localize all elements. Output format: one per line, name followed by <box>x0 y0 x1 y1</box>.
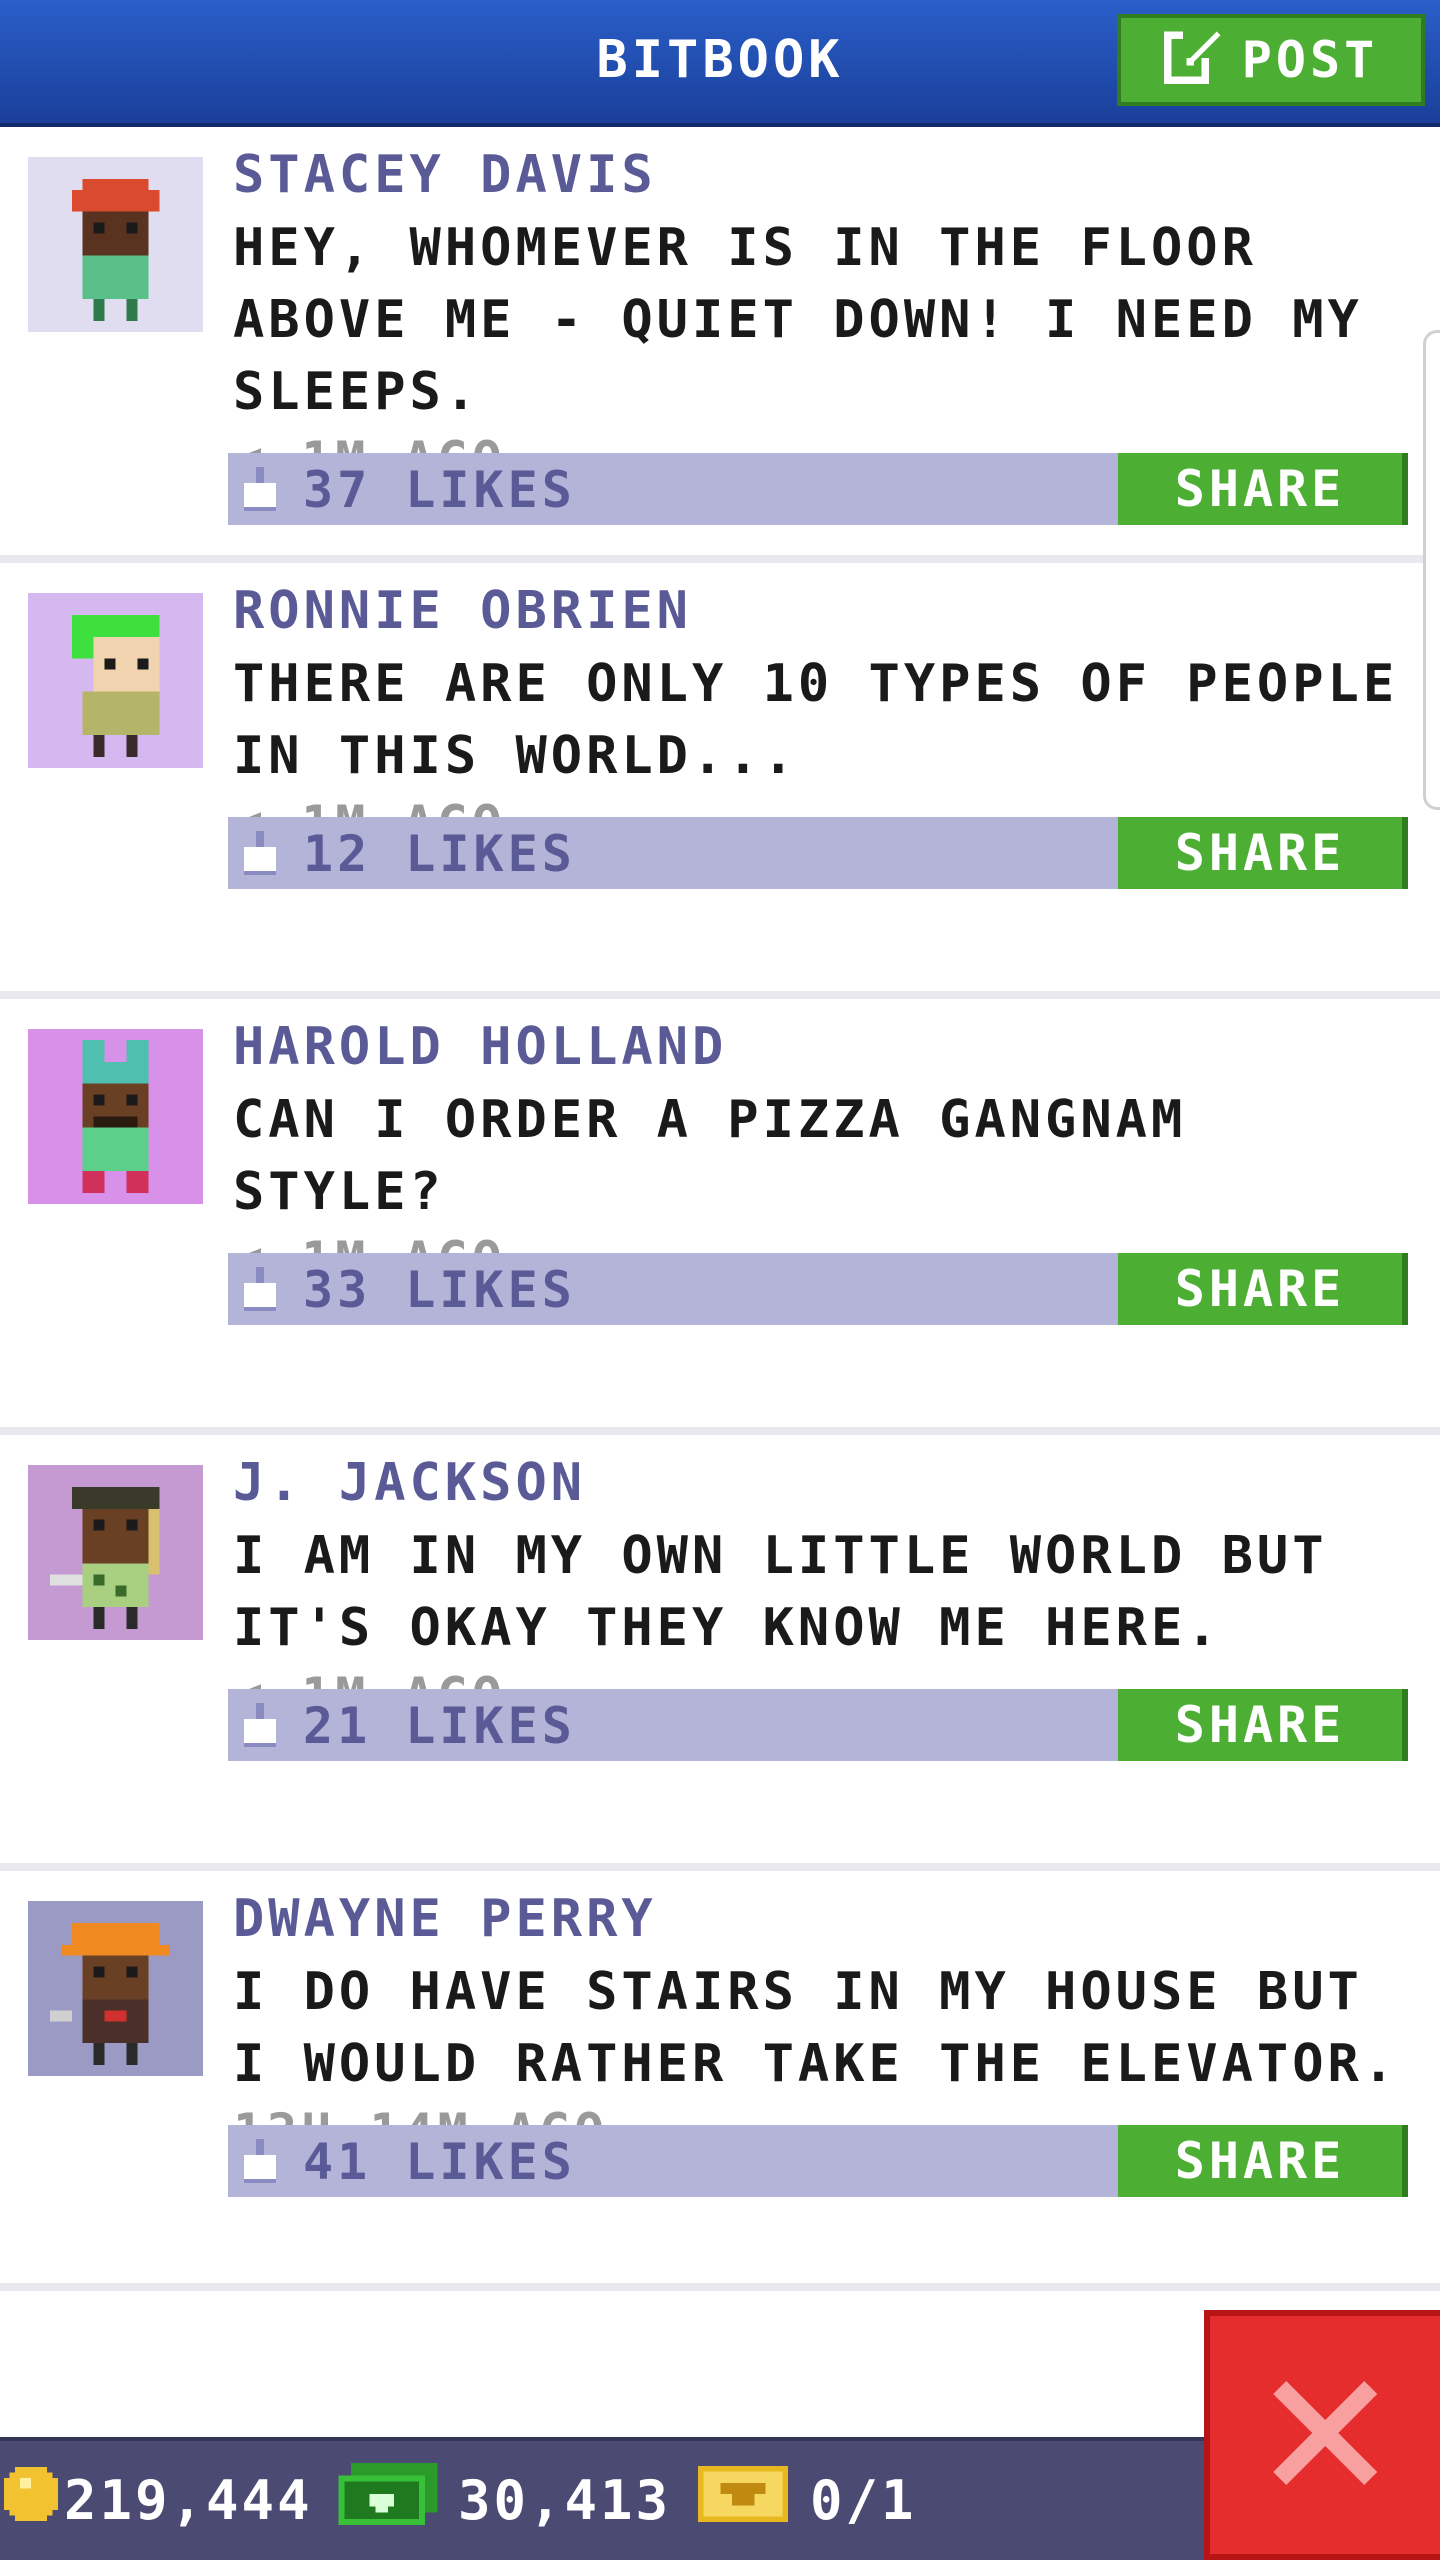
share-button[interactable]: SHARE <box>1118 817 1408 889</box>
top-bar: BITBOOK POST <box>0 0 1440 127</box>
likes-count: 41 LIKES <box>303 2133 576 2191</box>
share-button[interactable]: SHARE <box>1118 453 1408 525</box>
feed-post: RONNIE OBRIEN THERE ARE ONLY 10 TYPES OF… <box>0 563 1440 999</box>
feed-post: DWAYNE PERRY I DO HAVE STAIRS IN MY HOUS… <box>0 1871 1440 2291</box>
likes-bar: 37 LIKES SHARE <box>228 453 1408 525</box>
post-message: I AM IN MY OWN LITTLE WORLD BUT IT'S OKA… <box>233 1526 1328 1658</box>
post-author[interactable]: HAROLD HOLLAND <box>233 1017 727 1077</box>
avatar[interactable] <box>28 593 203 768</box>
feed-post: STACEY DAVIS HEY, WHOMEVER IS IN THE FLO… <box>0 127 1440 563</box>
avatar[interactable] <box>28 157 203 332</box>
post-message: I DO HAVE STAIRS IN MY HOUSE BUT I WOULD… <box>233 1962 1399 2094</box>
close-icon <box>1260 2368 1390 2502</box>
share-button[interactable]: SHARE <box>1118 2125 1408 2197</box>
share-button[interactable]: SHARE <box>1118 1689 1408 1761</box>
post-author[interactable]: STACEY DAVIS <box>233 145 657 205</box>
thumbs-up-icon <box>240 831 280 875</box>
tickets-stat: 0/1 <box>698 2465 917 2535</box>
avatar[interactable] <box>28 1465 203 1640</box>
coins-stat: 219,444 <box>4 2465 313 2535</box>
likes-bar: 21 LIKES SHARE <box>228 1689 1408 1761</box>
likes-bar: 33 LIKES SHARE <box>228 1253 1408 1325</box>
thumbs-up-icon <box>240 467 280 511</box>
thumbs-up-icon <box>240 1267 280 1311</box>
likes-count: 33 LIKES <box>303 1261 576 1319</box>
ticket-icon <box>698 2465 788 2536</box>
avatar[interactable] <box>28 1901 203 2076</box>
share-button[interactable]: SHARE <box>1118 1253 1408 1325</box>
post-button-label: POST <box>1241 31 1379 89</box>
feed-post: HAROLD HOLLAND CAN I ORDER A PIZZA GANGN… <box>0 999 1440 1435</box>
edit-icon <box>1163 24 1224 96</box>
post-message: THERE ARE ONLY 10 TYPES OF PEOPLE IN THI… <box>233 654 1399 786</box>
post-author[interactable]: J. JACKSON <box>233 1453 586 1513</box>
bux-count: 30,413 <box>458 2468 672 2532</box>
close-button[interactable] <box>1204 2310 1440 2560</box>
coin-icon <box>4 2466 58 2534</box>
likes-count: 21 LIKES <box>303 1697 576 1755</box>
post-author[interactable]: RONNIE OBRIEN <box>233 581 692 641</box>
likes-bar: 41 LIKES SHARE <box>228 2125 1408 2197</box>
scroll-indicator[interactable] <box>1423 330 1440 810</box>
feed-post: J. JACKSON I AM IN MY OWN LITTLE WORLD B… <box>0 1435 1440 1871</box>
tickets-count: 0/1 <box>810 2468 917 2532</box>
feed-list[interactable]: STACEY DAVIS HEY, WHOMEVER IS IN THE FLO… <box>0 127 1440 2291</box>
likes-count: 37 LIKES <box>303 461 576 519</box>
post-author[interactable]: DWAYNE PERRY <box>233 1889 657 1949</box>
post-button[interactable]: POST <box>1117 14 1425 106</box>
thumbs-up-icon <box>240 2139 280 2183</box>
bux-stat: 30,413 <box>338 2462 672 2538</box>
avatar[interactable] <box>28 1029 203 1204</box>
post-message: CAN I ORDER A PIZZA GANGNAM STYLE? <box>233 1090 1187 1222</box>
likes-count: 12 LIKES <box>303 825 576 883</box>
coins-count: 219,444 <box>64 2468 313 2532</box>
thumbs-up-icon <box>240 1703 280 1747</box>
bux-icon <box>338 2462 438 2538</box>
likes-bar: 12 LIKES SHARE <box>228 817 1408 889</box>
post-message: HEY, WHOMEVER IS IN THE FLOOR ABOVE ME -… <box>233 218 1363 422</box>
